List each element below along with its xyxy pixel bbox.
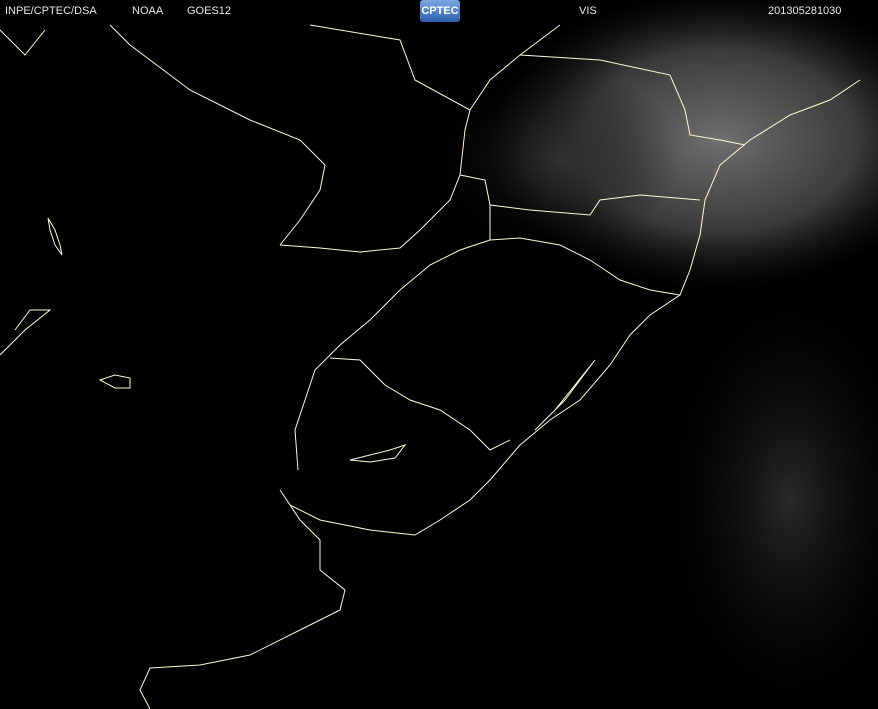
cloud-mass-southeast (670, 300, 878, 700)
agency-label: NOAA (132, 5, 164, 17)
lake-west (47, 217, 63, 256)
border-west (0, 29, 52, 356)
lake-central (349, 444, 407, 463)
logo-text: CPTEC (421, 5, 459, 17)
satellite-image: INPE/CPTEC/DSA NOAA GOES12 CPTEC VIS 201… (0, 0, 878, 709)
source-label: INPE/CPTEC/DSA (5, 5, 97, 17)
cloud-mass-central (440, 70, 680, 250)
satellite-label: GOES12 (187, 5, 232, 17)
timestamp-label: 201305281030 (768, 5, 842, 17)
lake-island (98, 374, 131, 389)
cptec-logo: CPTEC (420, 0, 460, 22)
border-paraguay (109, 24, 326, 246)
lagoa-dos-patos (534, 359, 596, 431)
channel-label: VIS (579, 5, 597, 17)
map-layer (0, 0, 878, 709)
border-uruguay (329, 357, 511, 451)
